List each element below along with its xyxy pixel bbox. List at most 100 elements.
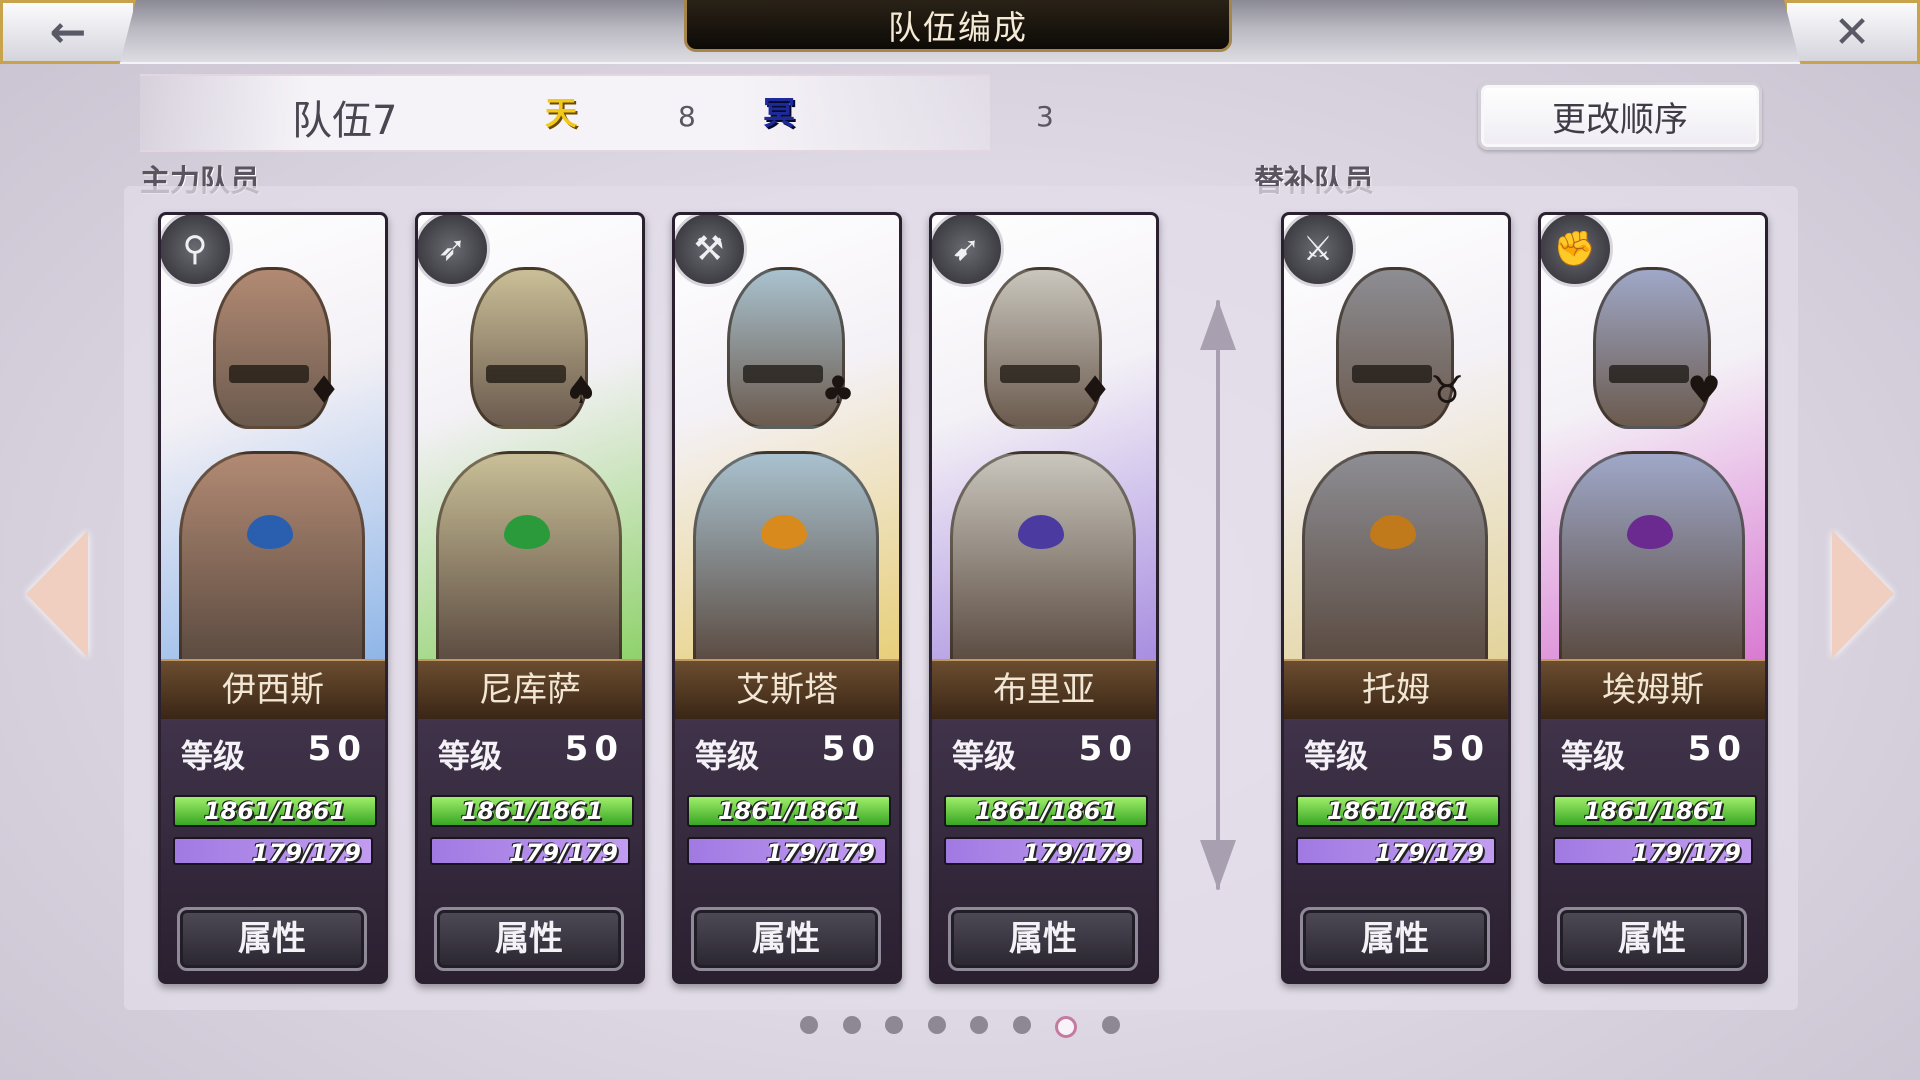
member-portrait: ♠ ➶	[418, 215, 642, 659]
member-portrait: ♉ ⚔	[1284, 215, 1508, 659]
level-label: 等级	[1561, 737, 1626, 775]
page-dot[interactable]	[1101, 1016, 1120, 1034]
armor-helmet: ♣	[727, 267, 855, 429]
member-stats: 等级 50 1861/1861 179/179 属性	[1541, 719, 1765, 981]
level-label: 等级	[181, 737, 246, 775]
attribute-button[interactable]: 属性	[434, 907, 624, 971]
page-dot[interactable]	[927, 1016, 946, 1034]
attribute-button[interactable]: 属性	[691, 907, 881, 971]
level-value: 50	[307, 729, 367, 769]
mp-bar: 179/179	[1296, 837, 1496, 867]
helmet-visor	[743, 365, 823, 383]
armor-helmet: ♉	[1336, 267, 1464, 429]
hp-bar: 1861/1861	[687, 795, 891, 827]
heaven-count: 8	[678, 100, 696, 133]
member-card[interactable]: ♦ ➹ 布里亚 等级 50 1861/1861 179/179 属性	[929, 212, 1159, 984]
armor-helmet: ♥	[1593, 267, 1721, 429]
member-card[interactable]: ♠ ➶ 尼库萨 等级 50 1861/1861 179/179 属性	[415, 212, 645, 984]
member-name: 伊西斯	[161, 659, 385, 721]
back-button[interactable]: ←	[0, 0, 136, 64]
fist-weapon-icon: ✊	[1541, 215, 1613, 287]
page-dot[interactable]	[885, 1016, 904, 1034]
heaven-attribute-icon: 天	[544, 94, 577, 132]
mp-bar: 179/179	[944, 837, 1144, 867]
sword-weapon-icon: ⚔	[1284, 215, 1356, 287]
section-divider	[1216, 300, 1220, 890]
page-dot[interactable]	[970, 1016, 989, 1034]
armor-body	[436, 451, 622, 659]
level-label: 等级	[695, 737, 760, 775]
armor-body	[179, 451, 365, 659]
armor-body	[1302, 451, 1488, 659]
hp-bar: 1861/1861	[430, 795, 634, 827]
member-stats: 等级 50 1861/1861 179/179 属性	[161, 719, 385, 981]
change-order-button[interactable]: 更改顺序	[1478, 82, 1762, 150]
mp-bar: 179/179	[687, 837, 887, 867]
helmet-visor	[1000, 365, 1080, 383]
level-value: 50	[1687, 729, 1747, 769]
member-name: 托姆	[1284, 659, 1508, 721]
member-name: 艾斯塔	[675, 659, 899, 721]
level-label: 等级	[1304, 737, 1369, 775]
next-team-arrow-icon[interactable]	[1832, 530, 1894, 658]
team-name: 队伍7	[292, 98, 398, 144]
page-title: 队伍编成	[684, 0, 1232, 52]
level-label: 等级	[952, 737, 1017, 775]
chest-gem	[1018, 515, 1064, 549]
member-card[interactable]: ♥ ✊ 埃姆斯 等级 50 1861/1861 179/179 属性	[1538, 212, 1768, 984]
member-name: 尼库萨	[418, 659, 642, 721]
attribute-button[interactable]: 属性	[948, 907, 1138, 971]
axe-weapon-icon: ⚒	[675, 215, 747, 287]
attribute-button[interactable]: 属性	[1300, 907, 1490, 971]
armor-body	[693, 451, 879, 659]
page-dot[interactable]	[1012, 1016, 1031, 1034]
close-button[interactable]: ✕	[1784, 0, 1920, 64]
page-dot-active[interactable]	[1055, 1016, 1078, 1038]
member-stats: 等级 50 1861/1861 179/179 属性	[1284, 719, 1508, 981]
hp-bar: 1861/1861	[1296, 795, 1500, 827]
team-info-strip: 队伍7 天 8 冥 3	[140, 74, 1054, 152]
armor-body	[950, 451, 1136, 659]
member-name: 埃姆斯	[1541, 659, 1765, 721]
nether-attribute-icon: 冥	[762, 94, 795, 132]
mp-bar: 179/179	[430, 837, 630, 867]
helmet-visor	[1352, 365, 1432, 383]
member-portrait: ♥ ✊	[1541, 215, 1765, 659]
helmet-visor	[486, 365, 566, 383]
member-stats: 等级 50 1861/1861 179/179 属性	[932, 719, 1156, 981]
member-portrait: ♣ ⚒	[675, 215, 899, 659]
chest-gem	[1627, 515, 1673, 549]
prev-team-arrow-icon[interactable]	[26, 530, 88, 658]
chest-gem	[247, 515, 293, 549]
member-stats: 等级 50 1861/1861 179/179 属性	[675, 719, 899, 981]
nether-count: 3	[1036, 100, 1054, 133]
attribute-button[interactable]: 属性	[1557, 907, 1747, 971]
level-value: 50	[1078, 729, 1138, 769]
armor-helmet: ♦	[984, 267, 1112, 429]
member-card[interactable]: ♉ ⚔ 托姆 等级 50 1861/1861 179/179 属性	[1281, 212, 1511, 984]
level-value: 50	[564, 729, 624, 769]
bow-weapon-icon: ➶	[418, 215, 490, 287]
divider-down-arrow-icon	[1200, 840, 1236, 890]
page-dot[interactable]	[842, 1016, 861, 1034]
mp-bar: 179/179	[1553, 837, 1753, 867]
member-portrait: ♦ ➹	[932, 215, 1156, 659]
armor-body	[1559, 451, 1745, 659]
level-value: 50	[1430, 729, 1490, 769]
page-dot[interactable]	[800, 1016, 818, 1034]
hp-bar: 1861/1861	[173, 795, 377, 827]
spear-weapon-icon: ➹	[932, 215, 1004, 287]
member-card[interactable]: ♣ ⚒ 艾斯塔 等级 50 1861/1861 179/179 属性	[672, 212, 902, 984]
hp-bar: 1861/1861	[1553, 795, 1757, 827]
attribute-button[interactable]: 属性	[177, 907, 367, 971]
armor-helmet: ♠	[470, 267, 598, 429]
member-stats: 等级 50 1861/1861 179/179 属性	[418, 719, 642, 981]
level-value: 50	[821, 729, 881, 769]
page-indicator	[800, 1016, 1120, 1040]
level-label: 等级	[438, 737, 503, 775]
member-name: 布里亚	[932, 659, 1156, 721]
close-icon: ✕	[1833, 6, 1871, 58]
member-card[interactable]: ♦ ⚲ 伊西斯 等级 50 1861/1861 179/179 属性	[158, 212, 388, 984]
staff-weapon-icon: ⚲	[161, 215, 233, 287]
chest-gem	[761, 515, 807, 549]
